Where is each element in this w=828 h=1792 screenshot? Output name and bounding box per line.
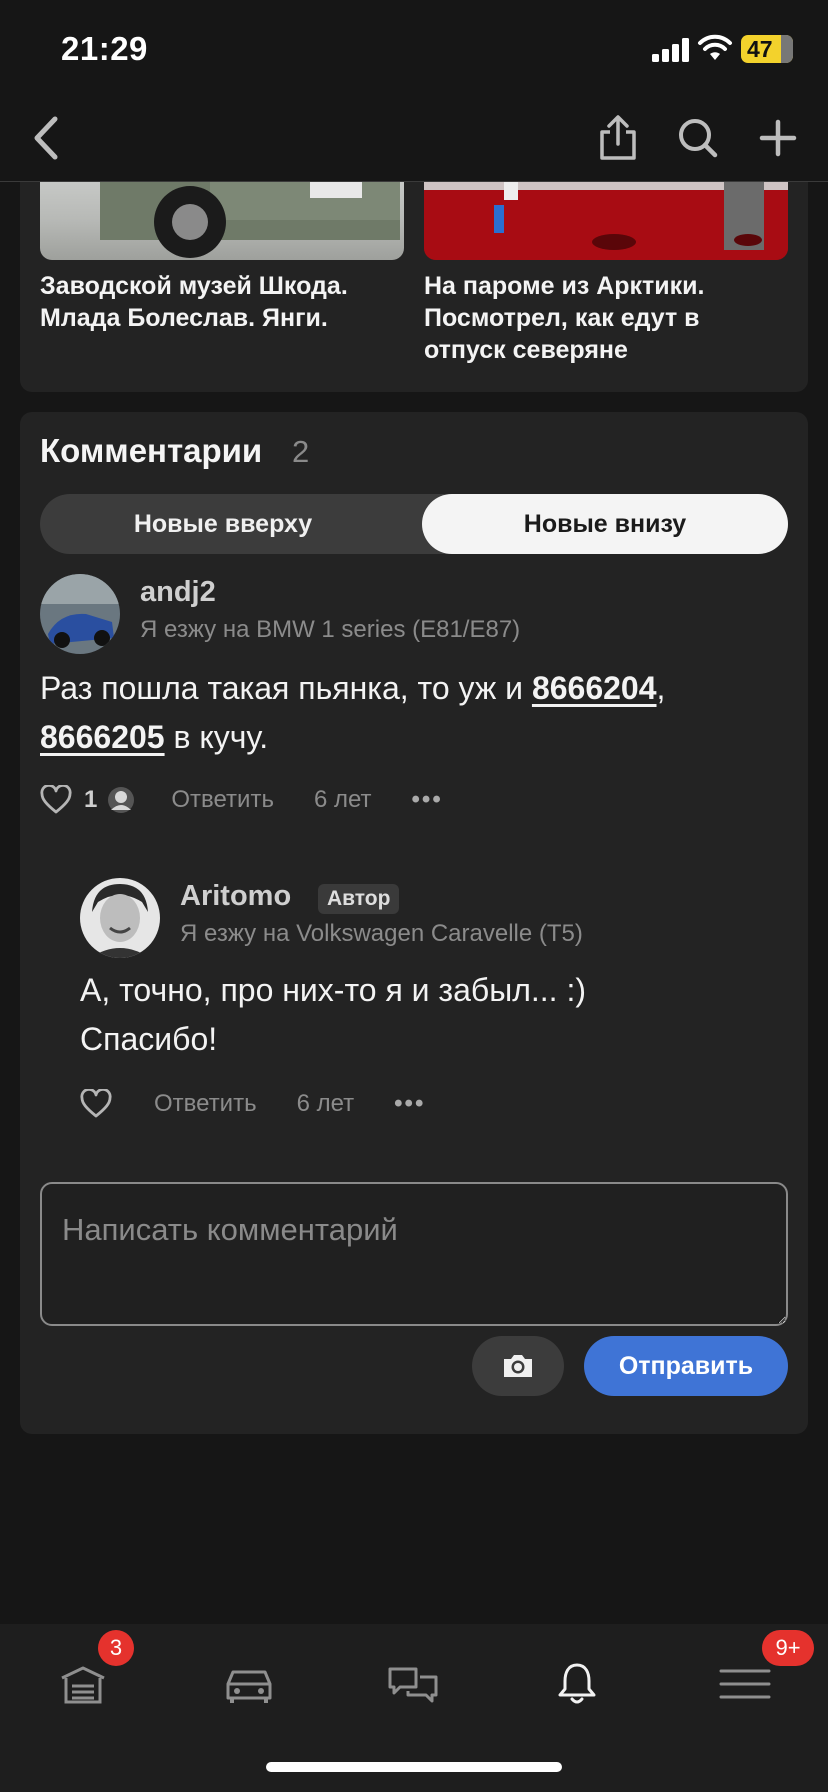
avatar[interactable] (80, 878, 160, 958)
comment-text: Раз пошла такая пьянка, то уж и 8666204,… (40, 670, 666, 755)
battery-level: 47 (747, 36, 773, 62)
comment-actions: Ответить 6 лет ••• (80, 1084, 425, 1124)
comment-author[interactable]: Aritomo (180, 880, 291, 913)
more-options-button[interactable]: ••• (394, 1090, 425, 1118)
journal-link-1[interactable]: 8666204 (532, 670, 657, 706)
search-button[interactable] (668, 108, 728, 168)
sort-segmented-control: Новые вверху Новые внизу (40, 494, 788, 554)
comment-text: А, точно, про них-то я и забыл... :) Спа… (80, 972, 586, 1057)
chevron-left-icon (34, 116, 58, 160)
journal-link-2[interactable]: 8666205 (40, 719, 165, 755)
bell-icon (558, 1663, 596, 1704)
menu-icon (719, 1669, 771, 1699)
tab-messages[interactable] (378, 1654, 448, 1714)
car-icon (226, 1670, 272, 1703)
status-bar: 21:29 47 (0, 0, 828, 100)
related-posts-card: Заводской музей Шкода. Млада Болеслав. Я… (20, 150, 808, 392)
author-badge: Автор (318, 884, 400, 914)
related-post-title-2[interactable]: На пароме из Арктики. Посмотрел, как еду… (424, 270, 788, 366)
user-avatar-andj2 (40, 574, 120, 654)
comment-author[interactable]: andj2 (140, 576, 216, 609)
top-navigation-bar (0, 100, 828, 182)
comments-section: Комментарии 2 Новые вверху Новые внизу a… (20, 412, 808, 1434)
send-button[interactable]: Отправить (584, 1336, 788, 1396)
comment-age: 6 лет (313, 786, 372, 813)
status-time: 21:29 (61, 30, 148, 67)
comment-age: 6 лет (296, 1090, 355, 1117)
attach-photo-button[interactable] (472, 1336, 564, 1396)
garage-notification-badge: 3 (98, 1630, 134, 1666)
comment-actions: 1 Ответить 6 лет ••• (40, 780, 443, 820)
camera-icon (504, 1355, 532, 1377)
user-avatar-aritomo (80, 878, 160, 958)
tab-cars[interactable] (214, 1654, 284, 1714)
search-icon (679, 119, 718, 158)
share-icon (600, 115, 636, 160)
back-button[interactable] (16, 108, 76, 168)
cellular-signal-icon (652, 38, 689, 62)
comments-heading: Комментарии (40, 432, 263, 469)
plus-icon (759, 119, 797, 157)
tab-notifications[interactable] (542, 1654, 612, 1714)
wifi-icon (698, 34, 732, 60)
menu-notification-badge: 9+ (762, 1630, 814, 1666)
garage-icon (61, 1666, 105, 1704)
like-count: 1 (84, 786, 98, 813)
battery-indicator: 47 (741, 35, 793, 63)
sort-newest-bottom-button[interactable]: Новые внизу (422, 494, 788, 554)
comment-input[interactable] (40, 1182, 788, 1326)
avatar[interactable] (40, 574, 120, 654)
heart-icon[interactable] (40, 785, 72, 815)
reply-button[interactable]: Ответить (171, 786, 274, 814)
comment-author-car[interactable]: Я езжу на BMW 1 series (E81/E87) (140, 616, 520, 644)
reply-button[interactable]: Ответить (154, 1090, 257, 1118)
related-post-title-1[interactable]: Заводской музей Шкода. Млада Болеслав. Я… (40, 270, 404, 334)
add-button[interactable] (748, 108, 808, 168)
chat-bubbles-icon (388, 1667, 438, 1703)
sort-newest-top-button[interactable]: Новые вверху (40, 494, 406, 554)
home-indicator (266, 1762, 562, 1772)
comment-author-car[interactable]: Я езжу на Volkswagen Caravelle (T5) (180, 920, 583, 948)
comments-count: 2 (292, 434, 310, 469)
heart-icon[interactable] (80, 1089, 112, 1119)
more-options-button[interactable]: ••• (412, 786, 443, 814)
liker-avatar-icon (108, 787, 135, 813)
share-button[interactable] (588, 108, 648, 168)
